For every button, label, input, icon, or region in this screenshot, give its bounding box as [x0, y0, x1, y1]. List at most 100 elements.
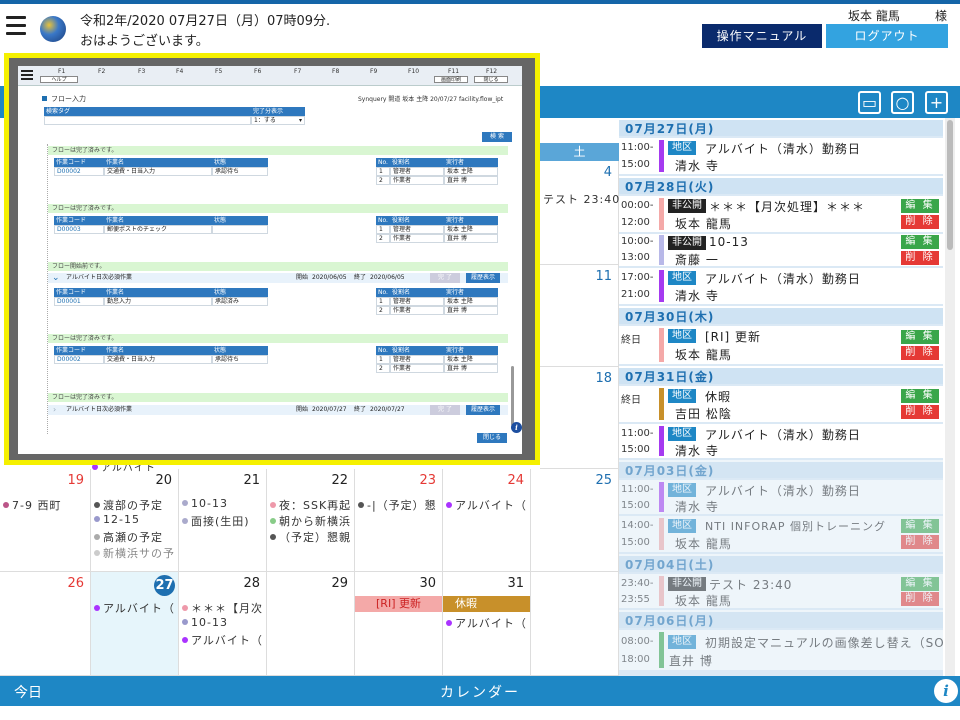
- today-button[interactable]: 今日: [14, 682, 42, 702]
- logout-button[interactable]: ログアウト: [826, 24, 948, 48]
- delete-button[interactable]: 削 除: [901, 405, 939, 419]
- close-button[interactable]: 閉じる: [477, 433, 507, 443]
- inbox-icon[interactable]: ▭: [858, 91, 881, 114]
- agenda-item[interactable]: 23:40- 23:55 非公開 テスト 23:40 坂本 龍馬 編 集 削 除: [619, 574, 943, 608]
- chevron-down-icon[interactable]: ⌄: [52, 273, 60, 283]
- calendar-event[interactable]: -|（予定）懇: [358, 497, 437, 513]
- fkey-f10[interactable]: F10: [408, 68, 419, 75]
- calendar-event[interactable]: 新横浜サの予: [94, 545, 175, 561]
- day-cell-28[interactable]: 28 ＊＊＊【月次 10-13 アルバイト（: [179, 572, 267, 676]
- task-code-link[interactable]: D00003: [54, 225, 104, 234]
- calendar-event[interactable]: アルバイト（: [446, 497, 527, 513]
- calendar-event[interactable]: 夜：SSK再起: [270, 497, 351, 513]
- calendar-event[interactable]: 7-9 西町: [3, 497, 61, 513]
- task-code-link[interactable]: D00001: [54, 297, 104, 306]
- calendar-event[interactable]: 朝から新横浜: [270, 513, 351, 529]
- day-cell-19[interactable]: 19 7-9 西町: [0, 469, 91, 572]
- calendar-event[interactable]: 10-13: [182, 497, 228, 510]
- fkey-f7[interactable]: F7: [294, 68, 301, 75]
- calendar-event[interactable]: （予定）懇親: [270, 529, 351, 545]
- fkey-f6[interactable]: F6: [254, 68, 261, 75]
- day-cell-27-today[interactable]: 27 アルバイト（: [91, 572, 179, 676]
- day-cell-11[interactable]: 11: [540, 265, 619, 367]
- calendar-event[interactable]: ＊＊＊【月次: [182, 600, 263, 616]
- day-cell-30[interactable]: 30 [RI] 更新: [355, 572, 443, 676]
- fkey-f11[interactable]: F11: [448, 68, 459, 75]
- agenda-item[interactable]: 11:00- 15:00 地区 アルバイト（清水）勤務日 清水 寺: [619, 424, 943, 458]
- calendar-event[interactable]: テスト 23:40: [543, 191, 620, 207]
- day-cell-23[interactable]: 23 -|（予定）懇: [355, 469, 443, 572]
- task-code-link[interactable]: D00002: [54, 355, 104, 364]
- calendar-event[interactable]: 面接(生田): [182, 513, 250, 529]
- done-display-select[interactable]: 1：する ▾: [251, 116, 305, 125]
- day-cell-21[interactable]: 21 10-13 面接(生田): [179, 469, 267, 572]
- day-cell-22[interactable]: 22 夜：SSK再起 朝から新横浜 （予定）懇親: [267, 469, 355, 572]
- close-small-button[interactable]: 閉じる: [474, 76, 508, 83]
- fkey-f5[interactable]: F5: [215, 68, 222, 75]
- history-button[interactable]: 履歴表示: [466, 405, 500, 415]
- fkey-f12[interactable]: F12: [486, 68, 497, 75]
- calendar-event[interactable]: 高瀬の予定: [94, 529, 163, 545]
- day-cell-18[interactable]: 18: [540, 367, 619, 469]
- info-icon[interactable]: i: [934, 679, 958, 703]
- calendar-event[interactable]: 渡部の予定: [94, 497, 163, 513]
- help-button[interactable]: ヘルプ: [40, 76, 78, 83]
- day-cell-29[interactable]: 29: [267, 572, 355, 676]
- edit-button[interactable]: 編 集: [901, 389, 939, 403]
- agenda-item[interactable]: 08:00- 18:00 地区 初期設定マニュアルの画像差し替え（SOB 直井 …: [619, 630, 943, 670]
- agenda-item[interactable]: 11:00- 15:00 地区 アルバイト（清水）勤務日 清水 寺: [619, 480, 943, 514]
- agenda-item[interactable]: 00:00- 12:00 非公開 ＊＊＊【月次処理】＊＊＊ 坂本 龍馬 編 集 …: [619, 196, 943, 232]
- calendar-event[interactable]: 10-13: [182, 616, 228, 629]
- agenda-item[interactable]: 終日 地区 休暇 吉田 松陰 編 集 削 除: [619, 386, 943, 422]
- modal-menu-icon[interactable]: [21, 69, 33, 81]
- delete-button[interactable]: 削 除: [901, 346, 939, 360]
- day-cell-26[interactable]: 26: [0, 572, 91, 676]
- chevron-right-icon[interactable]: ›: [53, 405, 56, 415]
- agenda-item[interactable]: 10:00- 13:00 非公開 10-13 斎藤 一 編 集 削 除: [619, 234, 943, 267]
- delete-button[interactable]: 削 除: [901, 251, 939, 265]
- task-code-link[interactable]: D00002: [54, 167, 104, 176]
- calendar-event[interactable]: アルバイト（: [182, 632, 263, 648]
- edit-button[interactable]: 編 集: [901, 330, 939, 344]
- agenda-item[interactable]: 14:00- 15:00 地区 NTI INFORAP 個別トレーニング 坂本 …: [619, 516, 943, 552]
- delete-button[interactable]: 削 除: [901, 215, 939, 229]
- edit-button[interactable]: 編 集: [901, 577, 939, 591]
- search-tag-input[interactable]: [44, 116, 251, 125]
- agenda-item[interactable]: 終日 地区 [RI] 更新 坂本 龍馬 編 集 削 除: [619, 326, 943, 364]
- delete-button[interactable]: 削 除: [901, 592, 939, 606]
- calendar-event-bar[interactable]: [RI] 更新: [355, 596, 442, 612]
- edit-button[interactable]: 編 集: [901, 199, 939, 213]
- day-cell-31[interactable]: 31 休暇 アルバイト（: [443, 572, 531, 676]
- flow-group-header[interactable]: ⌄ アルバイト日次必須作業 開始 2020/06/05 終了 2020/06/0…: [48, 273, 508, 283]
- modal-info-icon[interactable]: i: [511, 422, 522, 433]
- agenda-item[interactable]: 17:00- 21:00 地区 アルバイト（清水）勤務日 清水 寺: [619, 268, 943, 304]
- fkey-f8[interactable]: F8: [332, 68, 339, 75]
- calendar-event-bar[interactable]: 休暇: [443, 596, 530, 612]
- search-icon[interactable]: ○: [891, 91, 914, 114]
- calendar-event[interactable]: アルバイト（: [94, 600, 175, 616]
- fkey-f3[interactable]: F3: [138, 68, 145, 75]
- day-cell-24[interactable]: 24 アルバイト（: [443, 469, 531, 572]
- hamburger-menu-icon[interactable]: [6, 16, 26, 35]
- fkey-f1[interactable]: F1: [58, 68, 65, 75]
- complete-button[interactable]: 完 了: [430, 273, 460, 283]
- history-button[interactable]: 履歴表示: [466, 273, 500, 283]
- fkey-f9[interactable]: F9: [370, 68, 377, 75]
- delete-button[interactable]: 削 除: [901, 535, 939, 549]
- day-cell-4[interactable]: 4 テスト 23:40: [540, 161, 619, 265]
- day-cell-25[interactable]: 25: [531, 469, 619, 572]
- calendar-event[interactable]: アルバイト（: [446, 615, 527, 631]
- fkey-f2[interactable]: F2: [98, 68, 105, 75]
- search-button[interactable]: 検 索: [482, 132, 512, 142]
- fkey-f4[interactable]: F4: [176, 68, 183, 75]
- complete-button[interactable]: 完 了: [430, 405, 460, 415]
- flow-group-header[interactable]: › アルバイト日次必須作業 開始 2020/07/27 終了 2020/07/2…: [48, 405, 508, 415]
- calendar-event[interactable]: 12-15: [94, 513, 140, 526]
- edit-button[interactable]: 編 集: [901, 519, 939, 533]
- manual-button[interactable]: 操作マニュアル: [702, 24, 822, 48]
- print-button[interactable]: 画面印刷: [434, 76, 468, 83]
- day-cell-20[interactable]: 20 渡部の予定 12-15 高瀬の予定 新横浜サの予: [91, 469, 179, 572]
- modal-scrollbar[interactable]: [511, 366, 514, 426]
- agenda-scrollbar[interactable]: [945, 118, 955, 676]
- scroll-thumb[interactable]: [947, 120, 953, 250]
